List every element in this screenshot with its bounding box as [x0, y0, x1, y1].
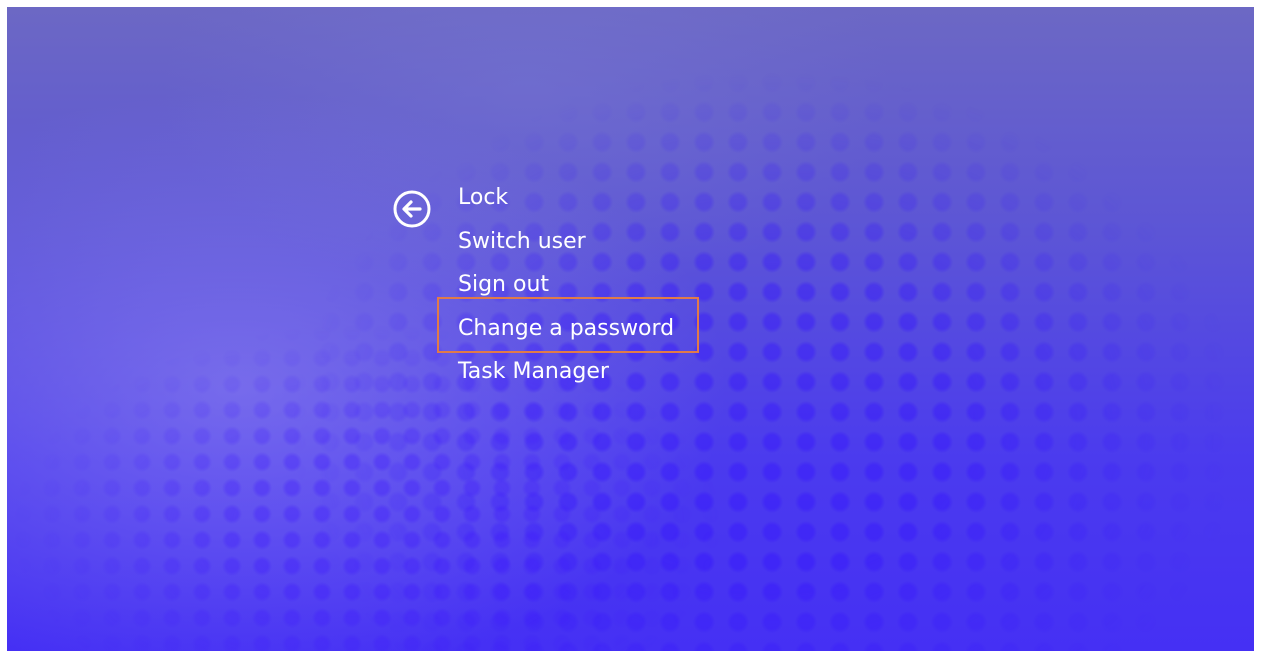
- back-arrow-circle-icon: [393, 190, 431, 228]
- back-button[interactable]: [393, 190, 431, 228]
- switch-user-option[interactable]: Switch user: [458, 224, 674, 268]
- lock-option[interactable]: Lock: [458, 180, 674, 224]
- task-manager-option[interactable]: Task Manager: [458, 354, 674, 398]
- security-options-menu: Lock Switch user Sign out Change a passw…: [458, 180, 674, 398]
- change-password-highlight-box: [437, 297, 699, 353]
